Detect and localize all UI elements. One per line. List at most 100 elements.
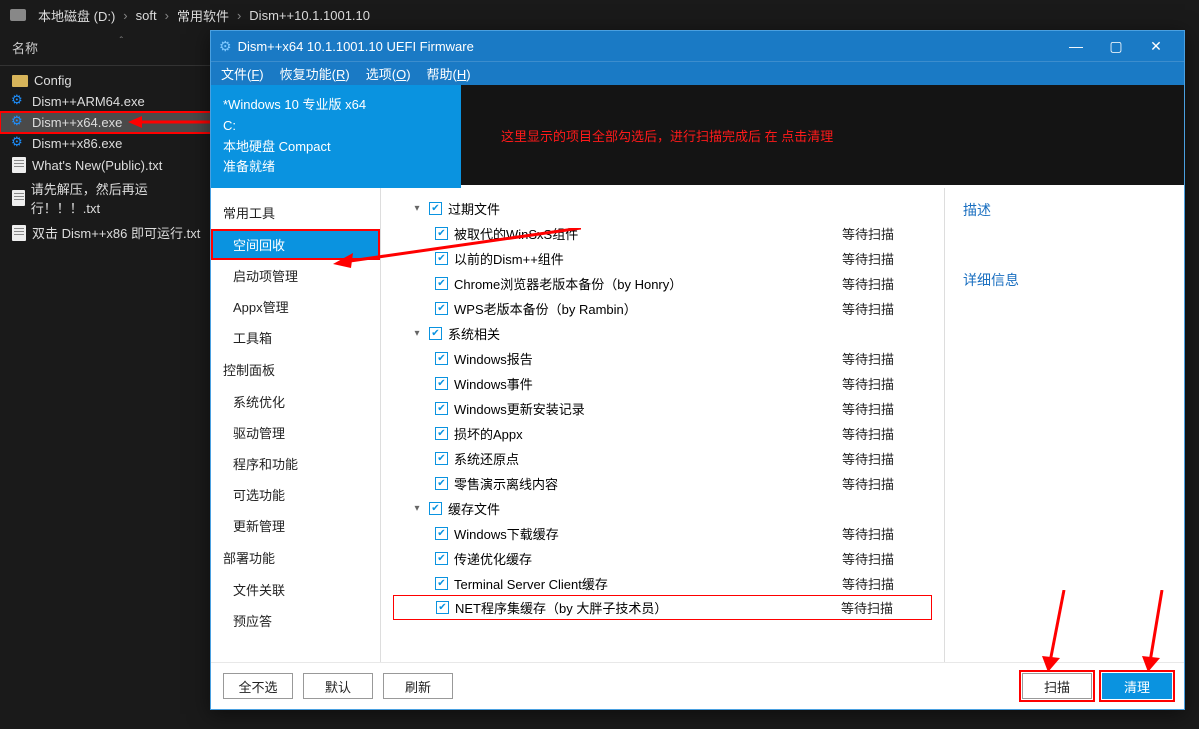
tree-item[interactable]: 以前的Dism++组件等待扫描	[393, 246, 932, 271]
nav-item[interactable]: 可选功能	[211, 479, 380, 510]
file-row[interactable]: What's New(Public).txt	[0, 154, 213, 176]
tree-group[interactable]: ▾过期文件	[393, 196, 932, 221]
os-edition: *Windows 10 专业版 x64	[223, 95, 449, 116]
file-row[interactable]: Dism++x64.exe	[0, 112, 213, 133]
nav-item[interactable]: 预应答	[211, 605, 380, 636]
file-name: Dism++x64.exe	[32, 115, 122, 130]
nav-group: 常用工具	[211, 196, 380, 229]
nav-item[interactable]: 系统优化	[211, 386, 380, 417]
checkbox[interactable]	[435, 352, 448, 365]
clean-button[interactable]: 清理	[1102, 673, 1172, 699]
minimize-button[interactable]: —	[1056, 32, 1096, 60]
file-row[interactable]: Config	[0, 70, 213, 91]
gear-icon	[12, 116, 26, 130]
file-row[interactable]: 请先解压，然后再运行！！！.txt	[0, 176, 213, 220]
select-none-button[interactable]: 全不选	[223, 673, 293, 699]
tree-item[interactable]: Windows下载缓存等待扫描	[393, 521, 932, 546]
menu-o[interactable]: 选项(O)	[366, 64, 411, 83]
nav-item[interactable]: 启动项管理	[211, 260, 380, 291]
item-label: 零售演示离线内容	[454, 474, 836, 493]
tree-item[interactable]: Chrome浏览器老版本备份（by Honry） 等待扫描	[393, 271, 932, 296]
item-label: Windows更新安装记录	[454, 399, 836, 418]
info-pane: 描述 详细信息	[944, 188, 1184, 662]
menu-r[interactable]: 恢复功能(R)	[280, 64, 350, 83]
item-status: 等待扫描	[842, 549, 932, 568]
checkbox[interactable]	[429, 202, 442, 215]
item-status: 等待扫描	[842, 349, 932, 368]
tree-item[interactable]: 被取代的WinSxS组件等待扫描	[393, 221, 932, 246]
checkbox[interactable]	[435, 452, 448, 465]
nav-item[interactable]: 文件关联	[211, 574, 380, 605]
close-button[interactable]: ✕	[1136, 32, 1176, 60]
collapse-icon[interactable]: ▾	[411, 203, 423, 214]
chevron-right-icon: ›	[237, 8, 241, 23]
tree-item[interactable]: 零售演示离线内容等待扫描	[393, 471, 932, 496]
tree-item[interactable]: Terminal Server Client缓存等待扫描	[393, 571, 932, 596]
nav-item[interactable]: 程序和功能	[211, 448, 380, 479]
nav-item[interactable]: 更新管理	[211, 510, 380, 541]
checkbox[interactable]	[435, 302, 448, 315]
file-row[interactable]: 双击 Dism++x86 即可运行.txt	[0, 220, 213, 245]
tree-item[interactable]: 损坏的Appx等待扫描	[393, 421, 932, 446]
cleanup-tree: ▾过期文件被取代的WinSxS组件等待扫描以前的Dism++组件等待扫描Chro…	[381, 188, 944, 662]
scan-button[interactable]: 扫描	[1022, 673, 1092, 699]
checkbox[interactable]	[435, 252, 448, 265]
item-status: 等待扫描	[842, 474, 932, 493]
checkbox[interactable]	[435, 277, 448, 290]
checkbox[interactable]	[435, 552, 448, 565]
checkbox[interactable]	[435, 427, 448, 440]
crumb[interactable]: soft	[136, 8, 157, 23]
checkbox[interactable]	[435, 477, 448, 490]
os-disk: 本地硬盘 Compact	[223, 137, 449, 158]
menu-h[interactable]: 帮助(H)	[427, 64, 471, 83]
column-header-name[interactable]: 名称 ˆ	[0, 30, 213, 66]
nav-item[interactable]: 空间回收	[211, 229, 380, 260]
nav-item[interactable]: Appx管理	[211, 291, 380, 322]
folder-icon	[12, 75, 28, 87]
checkbox[interactable]	[429, 502, 442, 515]
tree-item[interactable]: Windows报告等待扫描	[393, 346, 932, 371]
nav-group: 部署功能	[211, 541, 380, 574]
tree-group[interactable]: ▾ 系统相关	[393, 321, 932, 346]
checkbox[interactable]	[435, 377, 448, 390]
footer: 全不选 默认 刷新 扫描 清理	[211, 662, 1184, 709]
os-info-panel[interactable]: *Windows 10 专业版 x64 C: 本地硬盘 Compact 准备就绪	[211, 85, 461, 188]
nav-item[interactable]: 工具箱	[211, 322, 380, 353]
tree-item[interactable]: Windows更新安装记录等待扫描	[393, 396, 932, 421]
checkbox[interactable]	[435, 227, 448, 240]
checkbox[interactable]	[435, 527, 448, 540]
refresh-button[interactable]: 刷新	[383, 673, 453, 699]
default-button[interactable]: 默认	[303, 673, 373, 699]
tree-item[interactable]: WPS老版本备份（by Rambin）等待扫描	[393, 296, 932, 321]
crumb[interactable]: 常用软件	[177, 6, 229, 25]
checkbox[interactable]	[436, 601, 449, 614]
tree-group[interactable]: ▾缓存文件	[393, 496, 932, 521]
item-label: Chrome浏览器老版本备份（by Honry）	[454, 274, 836, 293]
checkbox[interactable]	[435, 402, 448, 415]
nav-item[interactable]: 驱动管理	[211, 417, 380, 448]
group-label: 系统相关	[448, 324, 932, 343]
maximize-button[interactable]: ▢	[1096, 32, 1136, 60]
tree-item[interactable]: Windows事件等待扫描	[393, 371, 932, 396]
file-row[interactable]: Dism++x86.exe	[0, 133, 213, 154]
collapse-icon[interactable]: ▾	[411, 503, 423, 514]
titlebar[interactable]: ⚙ Dism++x64 10.1.1001.10 UEFI Firmware —…	[211, 31, 1184, 61]
annotation-text: 这里显示的项目全部勾选后，进行扫描完成后 在 点击清理	[501, 126, 833, 145]
checkbox[interactable]	[429, 327, 442, 340]
menu-f[interactable]: 文件(F)	[221, 64, 264, 83]
file-row[interactable]: Dism++ARM64.exe	[0, 91, 213, 112]
file-name: Dism++x86.exe	[32, 136, 122, 151]
item-status: 等待扫描	[842, 524, 932, 543]
crumb[interactable]: Dism++10.1.1001.10	[249, 8, 370, 23]
collapse-icon[interactable]: ▾	[411, 328, 423, 339]
item-status: 等待扫描	[842, 274, 932, 293]
item-status: 等待扫描	[842, 224, 932, 243]
explorer-panel: 名称 ˆ ConfigDism++ARM64.exe Dism++x64.exe D…	[0, 30, 213, 729]
item-label: 以前的Dism++组件	[454, 249, 836, 268]
tree-item[interactable]: 传递优化缓存等待扫描	[393, 546, 932, 571]
tree-item[interactable]: NET程序集缓存（by 大胖子技术员）等待扫描	[393, 595, 932, 620]
item-status: 等待扫描	[842, 449, 932, 468]
crumb[interactable]: 本地磁盘 (D:)	[38, 6, 115, 25]
tree-item[interactable]: 系统还原点等待扫描	[393, 446, 932, 471]
checkbox[interactable]	[435, 577, 448, 590]
